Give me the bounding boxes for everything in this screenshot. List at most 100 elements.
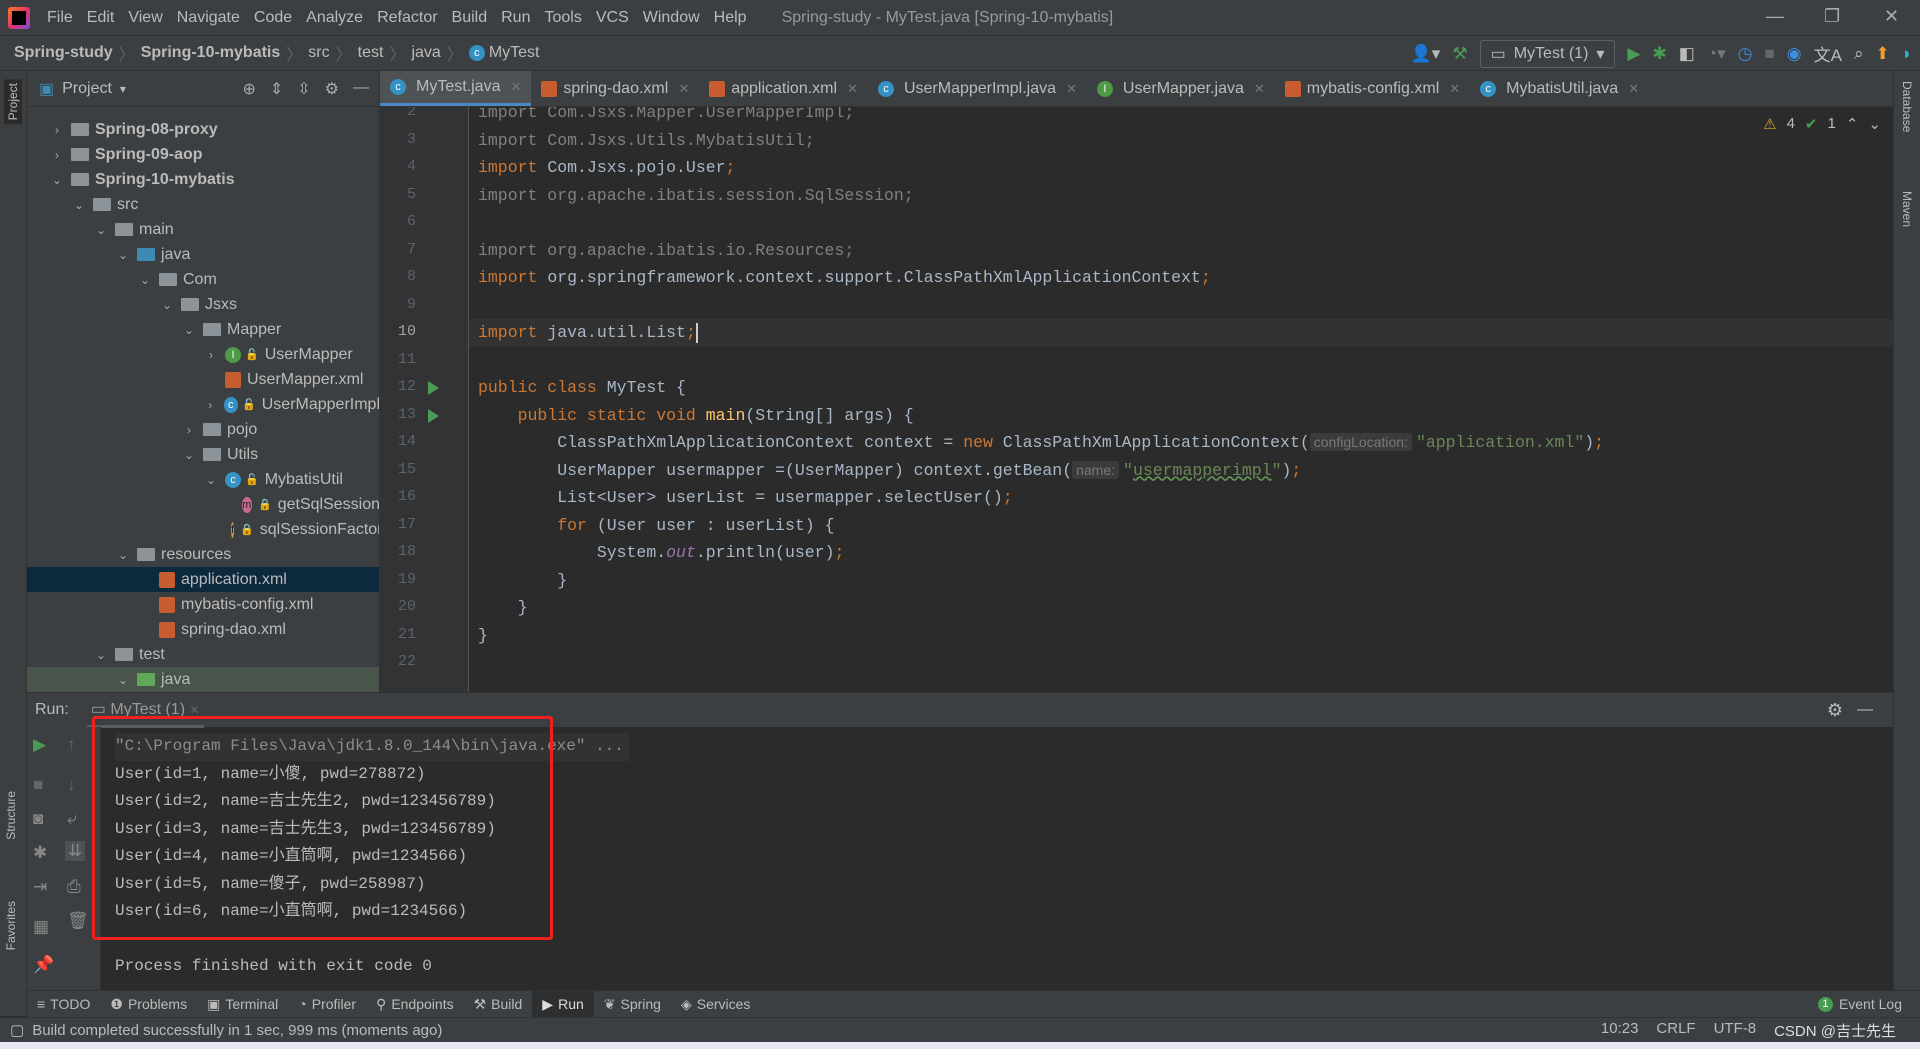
database-tool-tab[interactable]: Database (1900, 81, 1914, 132)
menu-build[interactable]: Build (445, 9, 495, 27)
tree-item[interactable]: f 🔒 sqlSessionFactory (27, 517, 379, 542)
debug-icon[interactable]: ✱ (33, 843, 47, 863)
chevron-down-icon[interactable]: ⌄ (49, 173, 65, 187)
search-icon[interactable]: ⌕ (1854, 44, 1864, 64)
code-editor[interactable]: 2 3 4 5 6 7 8 9 10 11 12 13 14 15 16 17 18 19 20 21 22 impor… (380, 107, 1893, 692)
update-icon[interactable]: ⬆ (1875, 44, 1889, 64)
run-gutter-icon[interactable] (428, 408, 439, 423)
breadcrumb-test[interactable]: test (358, 44, 384, 62)
tree-item[interactable]: ⌄ main (27, 217, 379, 242)
tool-tab-todo[interactable]: ≡ TODO (27, 991, 100, 1018)
restore-button[interactable]: ❐ (1824, 6, 1840, 27)
chevron-down-icon[interactable]: ⌄ (137, 273, 153, 287)
tool-tab-build[interactable]: ⚒ Build (464, 991, 533, 1018)
menu-vcs[interactable]: VCS (589, 9, 636, 27)
tree-item[interactable]: m 🔒 getSqlSession (27, 492, 379, 517)
profile-icon[interactable]: ◔▾ (1707, 44, 1726, 64)
chevron-down-icon[interactable]: ⌄ (115, 248, 131, 262)
tree-item[interactable]: › Spring-08-proxy (27, 117, 379, 142)
hide-panel-icon[interactable]: — (1857, 701, 1873, 719)
chevron-down-icon[interactable]: ⌄ (93, 223, 109, 237)
tree-item[interactable]: › c 🔓 UserMapperImpl (27, 392, 379, 417)
menu-tools[interactable]: Tools (537, 9, 588, 27)
scroll-to-end-icon[interactable]: ⇊ (65, 841, 86, 861)
gear-icon[interactable]: ⚙ (1827, 700, 1843, 721)
speed-icon[interactable]: ◷ (1738, 44, 1753, 64)
tab-mybatisutil-java[interactable]: c MybatisUtil.java ✕ (1470, 71, 1649, 106)
tree-item[interactable]: ⌄ Utils (27, 442, 379, 467)
tree-item[interactable]: ⌄ Mapper (27, 317, 379, 342)
menu-run[interactable]: Run (494, 9, 537, 27)
tree-item[interactable]: ⌄ resources (27, 542, 379, 567)
tree-item[interactable]: ⌄ java (27, 242, 379, 267)
tool-tab-problems[interactable]: ❶ Problems (100, 991, 197, 1018)
favorites-tool-tab[interactable]: Favorites (4, 901, 18, 950)
run-gutter-icon[interactable] (428, 381, 439, 395)
tree-item[interactable]: application.xml (27, 567, 379, 592)
tree-item[interactable]: ⌄ Com (27, 267, 379, 292)
scroll-down-icon[interactable]: ↓ (67, 775, 76, 795)
chevron-down-icon[interactable]: ⌄ (71, 198, 87, 212)
tool-tab-profiler[interactable]: ◔ Profiler (288, 991, 366, 1018)
tree-item[interactable]: ⌄ c 🔓 MybatisUtil (27, 467, 379, 492)
trash-icon[interactable]: 🗑 (67, 911, 89, 931)
tool-tab-endpoints[interactable]: ⚲ Endpoints (366, 991, 464, 1018)
tab-usermapper-java[interactable]: I UserMapper.java ✕ (1087, 71, 1275, 106)
tool-tab-terminal[interactable]: ▣ Terminal (197, 991, 288, 1018)
soft-wrap-icon[interactable]: ⤶ (67, 809, 77, 829)
previous-highlight-icon[interactable]: ⌃ (1846, 115, 1859, 133)
status-icon[interactable]: ▢ (10, 1021, 24, 1039)
tool-tab-services[interactable]: ◈ Services (671, 991, 760, 1018)
close-tab-icon[interactable]: ✕ (1066, 81, 1077, 97)
close-tab-icon[interactable]: ✕ (678, 81, 689, 97)
chevron-down-icon[interactable]: ⌄ (181, 448, 197, 462)
rerun-icon[interactable]: ▶ (33, 735, 46, 755)
breadcrumb-file[interactable]: MyTest (489, 44, 540, 62)
breadcrumb-src[interactable]: src (308, 44, 329, 62)
help-icon[interactable]: ◉ (1787, 44, 1802, 64)
chevron-right-icon[interactable]: › (203, 398, 218, 412)
build-hammer-icon[interactable]: ⚒ (1452, 44, 1467, 64)
user-icon[interactable]: 👤▾ (1411, 44, 1441, 64)
line-separator[interactable]: CRLF (1656, 1020, 1695, 1041)
menu-code[interactable]: Code (247, 9, 299, 27)
coverage-icon[interactable]: ◧ (1679, 44, 1695, 64)
minimize-button[interactable]: — (1766, 6, 1784, 27)
stop-icon[interactable]: ■ (1764, 44, 1774, 64)
chevron-down-icon[interactable]: ⌄ (93, 648, 109, 662)
tree-item[interactable]: ⌄ test (27, 642, 379, 667)
menu-analyze[interactable]: Analyze (299, 9, 370, 27)
camera-icon[interactable]: ◙ (33, 809, 43, 829)
menu-help[interactable]: Help (707, 9, 754, 27)
layout-icon[interactable]: ▦ (33, 917, 49, 937)
chevron-right-icon[interactable]: › (49, 123, 65, 137)
tool-tab-run[interactable]: ▶ Run (532, 990, 594, 1018)
menu-refactor[interactable]: Refactor (370, 9, 444, 27)
tree-item[interactable]: ⌄ Jsxs (27, 292, 379, 317)
event-log-button[interactable]: 1 Event Log (1817, 996, 1920, 1012)
translate-icon[interactable]: 文A (1814, 41, 1842, 66)
tree-item[interactable]: spring-dao.xml (27, 617, 379, 642)
tab-mybatis-config-xml[interactable]: mybatis-config.xml ✕ (1275, 71, 1470, 106)
menu-view[interactable]: View (121, 9, 169, 27)
next-highlight-icon[interactable]: ⌄ (1868, 115, 1881, 133)
locate-icon[interactable]: ⊕ (242, 79, 255, 99)
chevron-right-icon[interactable]: › (203, 348, 219, 362)
close-tab-icon[interactable]: ✕ (189, 703, 199, 717)
tree-item[interactable]: ⌄ src (27, 192, 379, 217)
tree-item[interactable]: › Spring-09-aop (27, 142, 379, 167)
chevron-down-icon[interactable]: ⌄ (159, 298, 175, 312)
hide-icon[interactable]: — (353, 79, 369, 99)
tree-item[interactable]: ⌄ java (27, 667, 379, 692)
inspection-widget[interactable]: ⚠ 4 ✔ 1 ⌃ ⌄ (1763, 115, 1881, 133)
expand-all-icon[interactable]: ⇕ (270, 79, 283, 99)
menu-file[interactable]: File (40, 9, 80, 27)
plugin-icon[interactable]: ◗ (1902, 44, 1912, 64)
chevron-right-icon[interactable]: › (181, 423, 197, 437)
run-configuration-select[interactable]: ▭ MyTest (1) ▾ (1479, 39, 1616, 68)
stop-icon[interactable]: ■ (33, 775, 43, 795)
tree-item[interactable]: › pojo (27, 417, 379, 442)
breadcrumb-module[interactable]: Spring-10-mybatis (141, 44, 281, 62)
tree-item[interactable]: › I 🔓 UserMapper (27, 342, 379, 367)
close-tab-icon[interactable]: ✕ (1449, 81, 1460, 97)
